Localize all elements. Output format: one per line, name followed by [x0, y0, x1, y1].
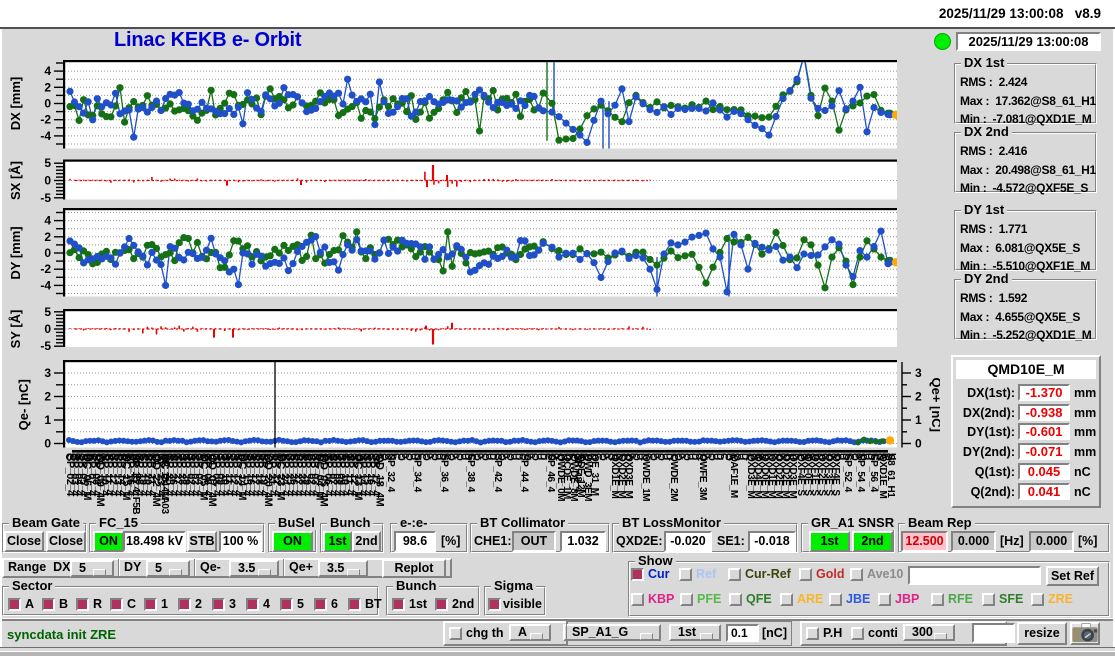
svg-text:-5: -5	[40, 339, 51, 353]
svg-text:5: 5	[44, 305, 51, 319]
svg-text:5: 5	[44, 156, 51, 170]
svg-text:2: 2	[44, 230, 51, 244]
svg-text:0: 0	[915, 437, 922, 451]
svg-text:-4: -4	[40, 278, 51, 292]
svg-text:3: 3	[44, 366, 51, 380]
svg-text:QWFE_3M: QWFE_3M	[697, 454, 708, 500]
svg-text:-2: -2	[40, 262, 51, 276]
svg-text:QD_18_4M: QD_18_4M	[374, 454, 386, 507]
svg-text:-5: -5	[40, 191, 51, 205]
svg-text:0: 0	[44, 322, 51, 336]
svg-text:0: 0	[44, 437, 51, 451]
svg-text:Qe- [nC]: Qe- [nC]	[16, 379, 31, 430]
svg-text:Qe+ [nC]: Qe+ [nC]	[929, 377, 940, 432]
svg-text:SY [Å]: SY [Å]	[8, 310, 23, 349]
svg-text:2: 2	[44, 80, 51, 94]
svg-text:4: 4	[44, 64, 51, 78]
svg-text:1: 1	[915, 413, 922, 427]
svg-text:0: 0	[44, 174, 51, 188]
svg-text:DX [mm]: DX [mm]	[8, 77, 23, 130]
svg-text:0: 0	[44, 246, 51, 260]
svg-text:QWDE_2M: QWDE_2M	[668, 454, 679, 501]
svg-text:QWDE_1M: QWDE_1M	[640, 454, 651, 501]
svg-text:SP_15_4_F5B: SP_15_4_F5B	[130, 454, 141, 514]
svg-text:-4: -4	[40, 129, 51, 143]
svg-text:U: U	[886, 453, 897, 460]
svg-text:SP_18_4_A03: SP_18_4_A03	[159, 454, 170, 514]
svg-text:3: 3	[915, 366, 922, 380]
svg-text:0: 0	[44, 97, 51, 111]
svg-text:2: 2	[915, 390, 922, 404]
svg-text:2: 2	[44, 390, 51, 404]
svg-text:-2: -2	[40, 113, 51, 127]
svg-text:1: 1	[44, 413, 51, 427]
svg-text:4: 4	[44, 214, 51, 228]
svg-text:DY [mm]: DY [mm]	[8, 226, 23, 279]
svg-text:SX [Å]: SX [Å]	[8, 161, 23, 200]
